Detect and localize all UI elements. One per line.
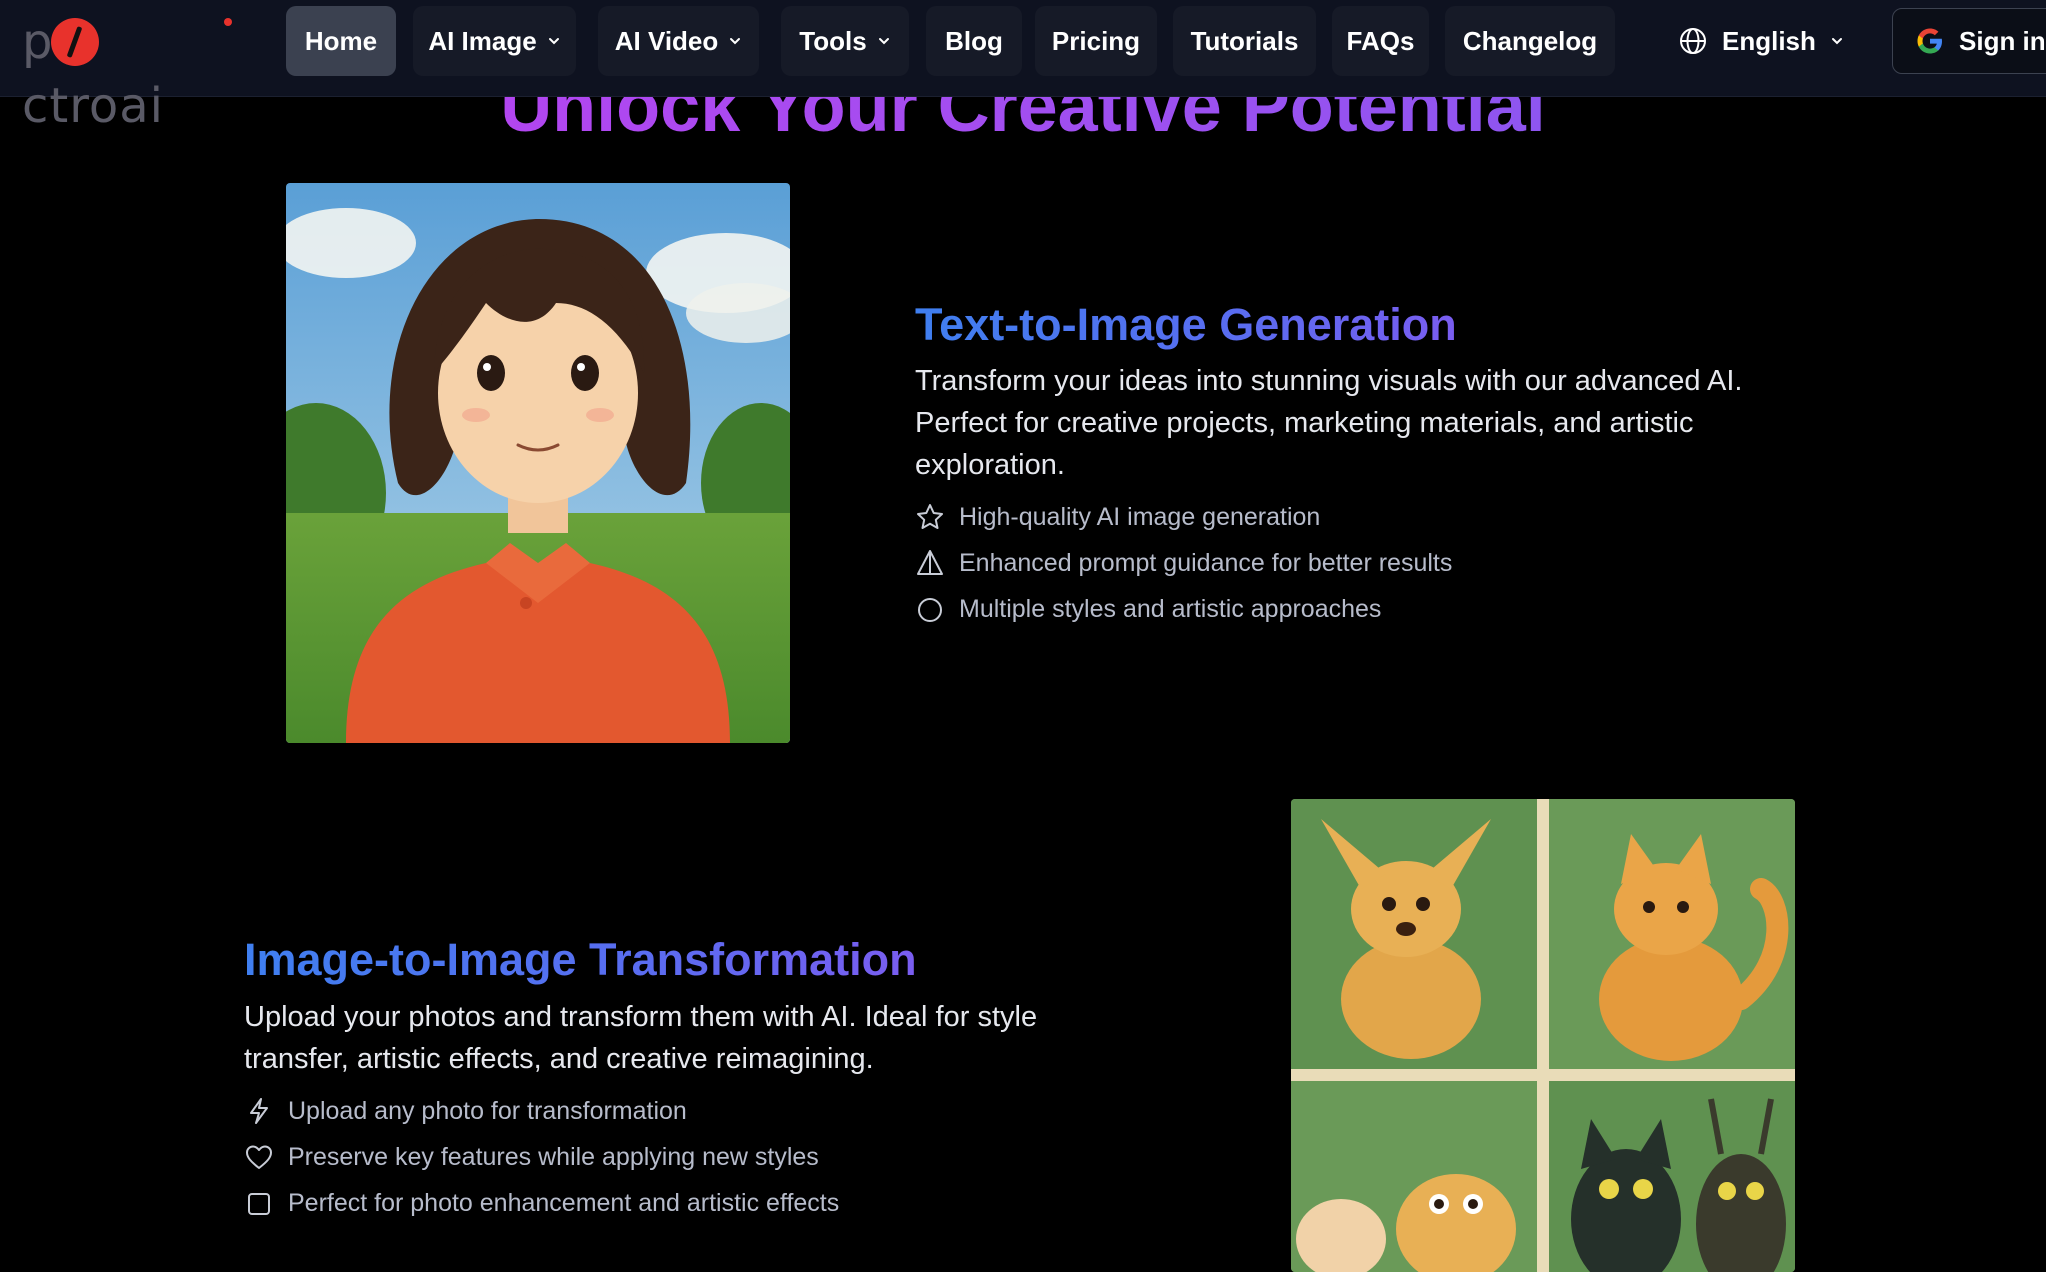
section-title-text-to-image: Text-to-Image Generation: [915, 297, 1457, 353]
language-selector[interactable]: English: [1672, 6, 1902, 76]
nav-changelog-label: Changelog: [1462, 25, 1598, 56]
nav-blog-label: Blog: [945, 25, 1003, 56]
star-icon: [917, 504, 943, 529]
globe-icon: [1680, 28, 1706, 54]
nav-home-label: Home: [304, 25, 378, 56]
nav-tools[interactable]: Tools: [781, 6, 909, 76]
nav-tools-label: Tools: [799, 25, 867, 56]
animal-grid-image: [1291, 799, 1795, 1272]
google-icon: [1917, 28, 1942, 54]
nav-pricing-label: Pricing: [1051, 25, 1141, 56]
feature-text: Upload any photo for transformation: [288, 1096, 687, 1125]
nav-faqs[interactable]: FAQs: [1332, 6, 1429, 76]
feature-text: Enhanced prompt guidance for better resu…: [959, 548, 1453, 577]
square-icon: [248, 1193, 270, 1215]
logo-mark-icon: [51, 18, 100, 66]
list-item: Perfect for photo enhancement and artist…: [244, 1180, 839, 1226]
list-item: Preserve key features while applying new…: [244, 1134, 839, 1180]
chevron-down-icon: [730, 38, 741, 45]
nav-blog[interactable]: Blog: [926, 6, 1022, 76]
feature-text: High-quality AI image generation: [959, 502, 1321, 531]
nav-changelog[interactable]: Changelog: [1445, 6, 1615, 76]
chevron-down-icon: [548, 38, 559, 45]
lightning-icon: [250, 1098, 268, 1124]
nav-pricing[interactable]: Pricing: [1035, 6, 1157, 76]
language-label: English: [1722, 25, 1816, 56]
list-item: High-quality AI image generation: [915, 494, 1452, 540]
nav-home[interactable]: Home: [286, 6, 396, 76]
list-item: Upload any photo for transformation: [244, 1088, 839, 1134]
heart-icon: [246, 1145, 272, 1169]
feature-text: Preserve key features while applying new…: [288, 1142, 819, 1171]
nav-tutorials-label: Tutorials: [1190, 25, 1299, 56]
feature-list-text-to-image: High-quality AI image generation Enhance…: [915, 494, 1452, 632]
nav-ai-image-label: AI Image: [428, 25, 537, 56]
section-description-image-to-image: Upload your photos and transform them wi…: [244, 1001, 1038, 1075]
chevron-down-icon: [878, 38, 889, 45]
feature-text: Perfect for photo enhancement and artist…: [288, 1188, 840, 1217]
list-item: Enhanced prompt guidance for better resu…: [915, 540, 1452, 586]
nav-ai-video[interactable]: AI Video: [598, 6, 759, 76]
sign-in-label: Sign in: [1959, 25, 2046, 56]
nav-faqs-label: FAQs: [1346, 25, 1415, 56]
anime-girl-image: [286, 183, 790, 743]
nav-ai-video-label: AI Video: [614, 25, 719, 56]
sail-icon: [917, 550, 943, 575]
feature-text: Multiple styles and artistic approaches: [959, 594, 1382, 623]
pictroai-logo[interactable]: pictroai pctroai: [22, 10, 232, 134]
feature-list-image-to-image: Upload any photo for transformation Pres…: [244, 1088, 839, 1226]
chevron-down-icon: [1831, 38, 1842, 45]
nav-tutorials[interactable]: Tutorials: [1173, 6, 1316, 76]
section-description-text-to-image: Transform your ideas into stunning visua…: [915, 365, 1743, 481]
circle-icon: [918, 598, 942, 622]
top-navbar: pictroai pctroai Home AI Image AI Video …: [0, 0, 2046, 134]
section-title-image-to-image: Image-to-Image Transformation: [244, 932, 917, 988]
sign-in-button[interactable]: Sign in: [1892, 8, 2046, 74]
list-item: Multiple styles and artistic approaches: [915, 586, 1452, 632]
nav-ai-image[interactable]: AI Image: [413, 6, 576, 76]
